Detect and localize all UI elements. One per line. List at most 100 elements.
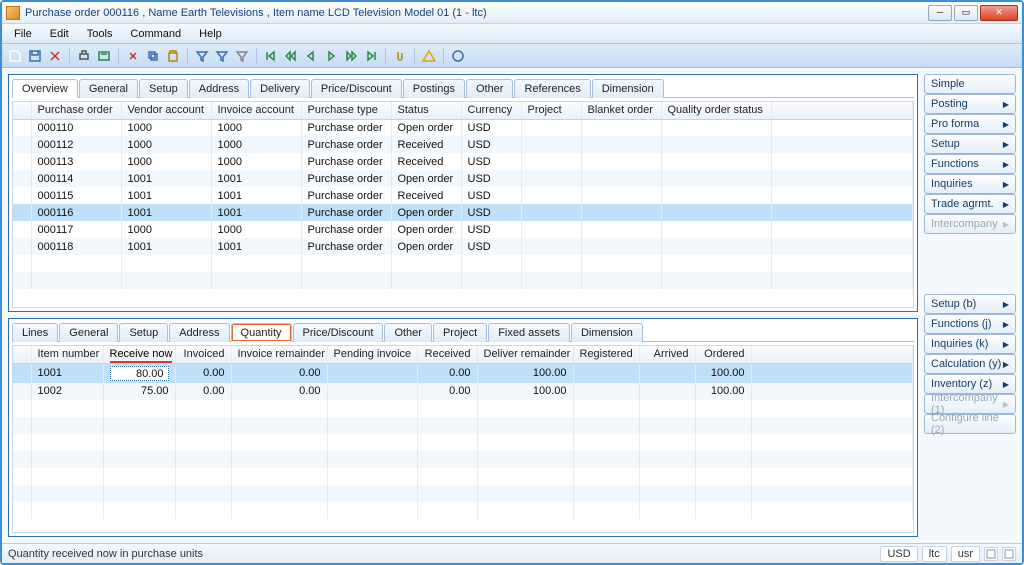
table-row[interactable]: 00011610011001Purchase orderOpen orderUS… [13, 204, 913, 221]
menu-file[interactable]: File [6, 26, 40, 42]
table-row[interactable]: 00011510011001Purchase orderReceivedUSD [13, 187, 913, 204]
menu-tools[interactable]: Tools [79, 26, 121, 42]
action-calculation-y-[interactable]: Calculation (y)▶ [924, 354, 1016, 374]
col-status[interactable]: Status [391, 102, 461, 119]
tab-references[interactable]: References [514, 79, 590, 98]
table-row[interactable]: 00011810011001Purchase orderOpen orderUS… [13, 238, 913, 255]
action-trade-agrmt-[interactable]: Trade agrmt.▶ [924, 194, 1016, 214]
prev-fast-icon[interactable] [282, 47, 300, 65]
table-row[interactable] [13, 434, 913, 451]
table-row[interactable]: 00011010001000Purchase orderOpen orderUS… [13, 119, 913, 136]
menu-edit[interactable]: Edit [42, 26, 77, 42]
col-deliver-remainder[interactable]: Deliver remainder [477, 346, 573, 363]
table-row[interactable]: 00011410011001Purchase orderOpen orderUS… [13, 170, 913, 187]
last-icon[interactable] [362, 47, 380, 65]
tab-other[interactable]: Other [384, 323, 432, 342]
table-row[interactable] [13, 451, 913, 468]
print-icon[interactable] [75, 47, 93, 65]
maximize-button[interactable]: ▭ [954, 5, 978, 21]
close-button[interactable]: ✕ [980, 5, 1018, 21]
col-blanket-order[interactable]: Blanket order [581, 102, 661, 119]
help-icon[interactable] [449, 47, 467, 65]
new-icon[interactable] [6, 47, 24, 65]
cut-icon[interactable] [124, 47, 142, 65]
col-ordered[interactable]: Ordered [695, 346, 751, 363]
tab-quantity[interactable]: Quantity [231, 323, 292, 342]
table-row[interactable]: 100180.000.000.000.00100.00100.00 [13, 363, 913, 383]
col-currency[interactable]: Currency [461, 102, 521, 119]
receive-now-input[interactable]: 80.00 [110, 366, 169, 381]
prev-icon[interactable] [302, 47, 320, 65]
tab-address[interactable]: Address [169, 323, 229, 342]
action-functions-j-[interactable]: Functions (j)▶ [924, 314, 1016, 334]
action-functions[interactable]: Functions▶ [924, 154, 1016, 174]
col-vendor-account[interactable]: Vendor account [121, 102, 211, 119]
table-row[interactable] [13, 255, 913, 272]
copy-icon[interactable] [144, 47, 162, 65]
tab-address[interactable]: Address [189, 79, 249, 98]
action-inventory-z-[interactable]: Inventory (z)▶ [924, 374, 1016, 394]
tab-dimension[interactable]: Dimension [592, 79, 664, 98]
lines-grid[interactable]: Item numberReceive nowInvoicedInvoice re… [12, 345, 914, 533]
layer-icon[interactable] [1002, 547, 1016, 561]
col-invoiced[interactable]: Invoiced [175, 346, 231, 363]
save-icon[interactable] [26, 47, 44, 65]
action-setup[interactable]: Setup▶ [924, 134, 1016, 154]
first-icon[interactable] [262, 47, 280, 65]
tab-lines[interactable]: Lines [12, 323, 58, 342]
tab-general[interactable]: General [59, 323, 118, 342]
tab-other[interactable]: Other [466, 79, 514, 98]
tab-project[interactable]: Project [433, 323, 487, 342]
table-row[interactable] [13, 485, 913, 502]
table-row[interactable]: 00011310001000Purchase orderReceivedUSD [13, 153, 913, 170]
col-arrived[interactable]: Arrived [639, 346, 695, 363]
minimize-button[interactable]: ─ [928, 5, 952, 21]
orders-grid[interactable]: Purchase order ▲Vendor accountInvoice ac… [12, 101, 914, 308]
menu-help[interactable]: Help [191, 26, 230, 42]
tab-delivery[interactable]: Delivery [250, 79, 310, 98]
col-invoice-account[interactable]: Invoice account [211, 102, 301, 119]
col-pending-invoice[interactable]: Pending invoice [327, 346, 417, 363]
col-registered[interactable]: Registered [573, 346, 639, 363]
table-row[interactable]: 00011210001000Purchase orderReceivedUSD [13, 136, 913, 153]
next-fast-icon[interactable] [342, 47, 360, 65]
action-inquiries-k-[interactable]: Inquiries (k)▶ [924, 334, 1016, 354]
col-invoice-remainder[interactable]: Invoice remainder [231, 346, 327, 363]
col-quality-order-status[interactable]: Quality order status [661, 102, 771, 119]
tab-price-discount[interactable]: Price/Discount [311, 79, 402, 98]
col-project[interactable]: Project [521, 102, 581, 119]
action-setup-b-[interactable]: Setup (b)▶ [924, 294, 1016, 314]
tab-general[interactable]: General [79, 79, 138, 98]
filter-by-icon[interactable] [213, 47, 231, 65]
table-row[interactable] [13, 468, 913, 485]
action-pro-forma[interactable]: Pro forma▶ [924, 114, 1016, 134]
tab-setup[interactable]: Setup [139, 79, 188, 98]
col-received[interactable]: Received [417, 346, 477, 363]
tab-setup[interactable]: Setup [119, 323, 168, 342]
warn-icon[interactable] [420, 47, 438, 65]
table-row[interactable]: 00011710001000Purchase orderOpen orderUS… [13, 221, 913, 238]
menu-command[interactable]: Command [122, 26, 189, 42]
tab-overview[interactable]: Overview [12, 79, 78, 98]
table-row[interactable] [13, 272, 913, 289]
tab-postings[interactable]: Postings [403, 79, 465, 98]
col-receive-now[interactable]: Receive now [103, 346, 175, 363]
clear-filter-icon[interactable] [233, 47, 251, 65]
action-posting[interactable]: Posting▶ [924, 94, 1016, 114]
paste-icon[interactable] [164, 47, 182, 65]
attach-icon[interactable] [391, 47, 409, 65]
next-icon[interactable] [322, 47, 340, 65]
action-simple[interactable]: Simple [924, 74, 1016, 94]
tab-dimension[interactable]: Dimension [571, 323, 643, 342]
col-purchase-order[interactable]: Purchase order ▲ [31, 102, 121, 119]
col-item-number[interactable]: Item number [31, 346, 103, 363]
filter-icon[interactable] [193, 47, 211, 65]
delete-icon[interactable] [46, 47, 64, 65]
action-inquiries[interactable]: Inquiries▶ [924, 174, 1016, 194]
table-row[interactable]: 100275.000.000.000.00100.00100.00 [13, 383, 913, 400]
table-row[interactable] [13, 400, 913, 417]
doc-icon[interactable] [984, 547, 998, 561]
preview-icon[interactable] [95, 47, 113, 65]
tab-fixed-assets[interactable]: Fixed assets [488, 323, 570, 342]
tab-price-discount[interactable]: Price/Discount [293, 323, 384, 342]
